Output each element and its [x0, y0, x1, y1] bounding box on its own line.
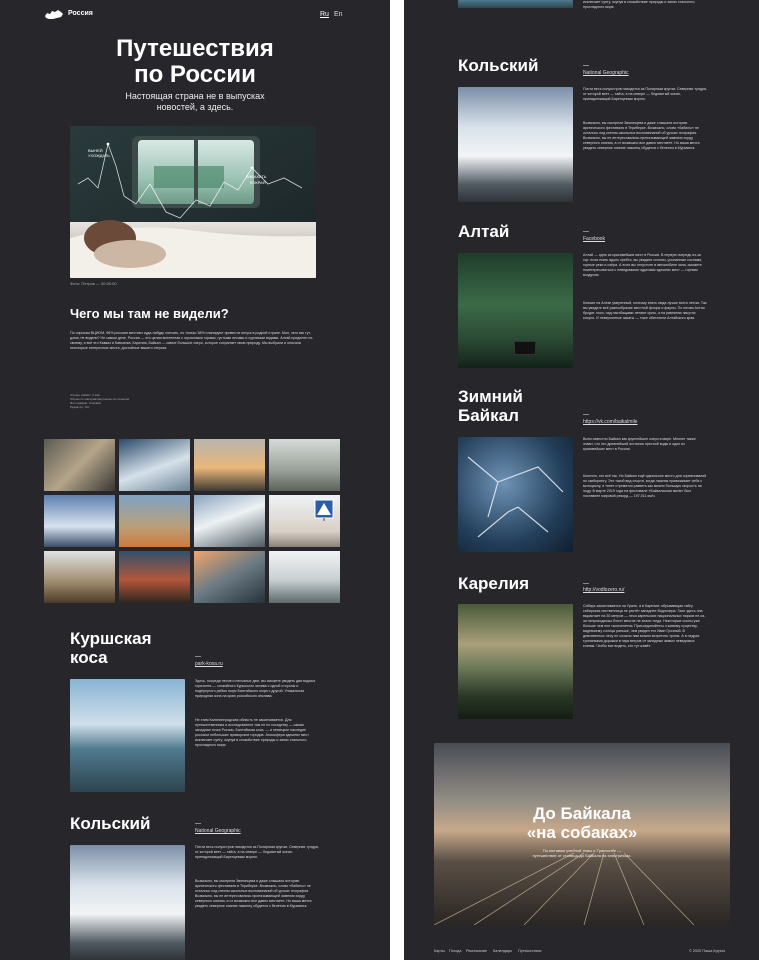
footer-nav-schedule[interactable]: Расписание	[466, 949, 487, 953]
altitude-line-chart: ВЫНЕЙ УХОЖДАТЬ ВЯКАХАТЬ КОКРАЯ	[77, 142, 303, 219]
photo-grid-train-window[interactable]	[44, 439, 115, 491]
baikal-title: Зимний Байкал	[458, 387, 523, 425]
photo-grid-road-sign[interactable]	[269, 495, 340, 547]
kursk-photo	[70, 679, 185, 792]
baikal-photo	[458, 437, 573, 552]
intro-meta-4: Редактор: Л.К.	[70, 405, 90, 409]
hero-title: Путешествия по России	[40, 36, 350, 88]
kursk-title-line-1: Куршская	[70, 629, 152, 648]
photo-grid-snowy-peaks[interactable]	[119, 439, 190, 491]
kola-text-1-left: Почти весь полуостров находится за Поляр…	[195, 845, 319, 859]
baikal-divider	[583, 414, 589, 415]
kola-source-link[interactable]: National Geographic	[583, 70, 629, 76]
kola-text-2: Возможно, вы смотрели Звягинцева и даже …	[583, 121, 700, 150]
intro-paragraph: По опросам ВЦИОМ, 96% россиян мечтают ку…	[70, 331, 314, 350]
hero-title-line-2: по России	[134, 61, 256, 88]
kursk-divider	[195, 656, 201, 657]
karelia-text: Сибирь заканчивается на Урале, а в Карел…	[583, 604, 706, 648]
hero-photo-caption: Фото: Петров — 00:00:00	[70, 281, 117, 286]
left-page: Россия Ru En Путешествия по России Насто…	[0, 0, 390, 960]
chart-label-2: УХОЖДАТЬ	[88, 153, 110, 158]
promo-title-line-1: До Байкала	[533, 804, 631, 823]
footer-copyright: © 2020 Паша Крутко	[689, 949, 726, 953]
baikal-title-line-1: Зимний	[458, 387, 523, 406]
kola-title-left: Кольский	[70, 814, 151, 833]
kursk-text-1: Здесь, посреди лесов и песчаных дюн, вы …	[195, 679, 316, 698]
kola-divider-left	[195, 823, 201, 824]
russia-map-logo-icon[interactable]	[44, 8, 64, 22]
photo-grid-coast[interactable]	[119, 495, 190, 547]
kursk-text-2: Не этим Калининградская область не закан…	[195, 718, 309, 747]
photo-grid-aircraft-engine[interactable]	[44, 495, 115, 547]
altai-divider	[583, 231, 589, 232]
photo-grid-volcano-steam[interactable]	[44, 551, 115, 603]
altai-source-link[interactable]: Facebook	[583, 236, 605, 242]
kursk-text-tail-span: Не этим Калининградская область не закан…	[583, 0, 696, 9]
kola-source-link-left[interactable]: National Geographic	[195, 828, 241, 834]
photo-grid-cliffs-dawn[interactable]	[194, 551, 265, 603]
altai-title: Алтай	[458, 222, 510, 241]
karelia-photo	[458, 604, 573, 719]
ice-cracks	[467, 456, 564, 538]
kola-divider	[583, 65, 589, 66]
karelia-divider	[583, 583, 589, 584]
altai-text-2: Климат на Алтае умеренный, поэтому ехать…	[583, 301, 707, 320]
footer-nav-maps[interactable]: Карты	[434, 949, 445, 953]
hero-subtitle: Настоящая страна не в выпусках новостей,…	[100, 91, 290, 113]
baikal-source-link[interactable]: https://vk.com/baikalmile	[583, 419, 637, 425]
footer-nav-weather[interactable]: Погода	[449, 949, 462, 953]
crosswalk-sign-icon	[314, 499, 334, 521]
kursk-text-tail-copy: Не этим Калининградская область не закан…	[583, 0, 707, 10]
baikal-title-line-2: Байкал	[458, 406, 519, 425]
promo-subtitle: По мотивам учебной темы о Транссибе — пу…	[532, 848, 632, 858]
baikal-text-1: Всем известно Байкал как крупнейшее озер…	[583, 437, 696, 451]
chart-label-3: ВЯКАХАТЬ	[246, 174, 267, 179]
kursk-source-link[interactable]: park-kosa.ru	[195, 661, 223, 667]
altai-photo	[458, 253, 573, 368]
promo-title: До Байкала «на собаках»	[484, 804, 680, 842]
kursk-title: Куршская коса	[70, 629, 152, 667]
photo-grid-red-volcano[interactable]	[119, 551, 190, 603]
hero-train-photo: ВЫНЕЙ УХОЖДАТЬ ВЯКАХАТЬ КОКРАЯ	[70, 126, 316, 278]
hero-subtitle-line-2: новостей, а здесь.	[156, 102, 234, 112]
photo-grid-mountains[interactable]	[194, 495, 265, 547]
kola-text-1: Почти весь полуостров находится за Поляр…	[583, 87, 707, 101]
photo-grid-clouds-peaks[interactable]	[269, 551, 340, 603]
lang-ru-link[interactable]: Ru	[320, 11, 329, 18]
footer-nav-travel[interactable]: Путешествия	[518, 949, 541, 953]
photo-grid	[44, 439, 344, 607]
laptop-icon	[514, 341, 536, 355]
karelia-source-link[interactable]: http://vodlozero.ru/	[583, 587, 624, 593]
chart-label-4: КОКРАЯ	[250, 180, 266, 185]
kola-text-2-left: Возможно, вы смотрели Звягинцева и даже …	[195, 879, 312, 908]
kola-photo-left	[70, 845, 185, 960]
hero-title-line-1: Путешествия	[116, 35, 274, 62]
brand-name[interactable]: Россия	[68, 10, 93, 17]
footer-nav-calendar[interactable]: Календарь	[493, 949, 512, 953]
karelia-title: Карелия	[458, 574, 530, 593]
hero-subtitle-line-1: Настоящая страна не в выпусках	[125, 91, 265, 101]
lang-en-link[interactable]: En	[334, 11, 343, 18]
photo-grid-foggy-forest[interactable]	[269, 439, 340, 491]
kursk-photo-tail	[458, 0, 573, 8]
altai-text-1: Алтай — одно из красивейших мест в Росси…	[583, 253, 703, 277]
right-page: Не этим Калининградская область не закан…	[404, 0, 759, 960]
kola-title: Кольский	[458, 56, 539, 75]
kola-photo	[458, 87, 573, 202]
kursk-title-line-2: коса	[70, 648, 108, 667]
kursk-text-tail: Не этим Калининградская область не закан…	[583, 0, 707, 10]
baikal-text-2: Конечно, это всё так. Но Байкал ещё идеа…	[583, 474, 707, 498]
promo-title-line-2: «на собаках»	[526, 823, 638, 842]
intro-heading: Чего мы там не видели?	[70, 306, 229, 321]
intro-meta: Чтение займет: 3 мин Объем по материалам…	[70, 393, 270, 409]
photo-grid-sunset-horizon[interactable]	[194, 439, 265, 491]
